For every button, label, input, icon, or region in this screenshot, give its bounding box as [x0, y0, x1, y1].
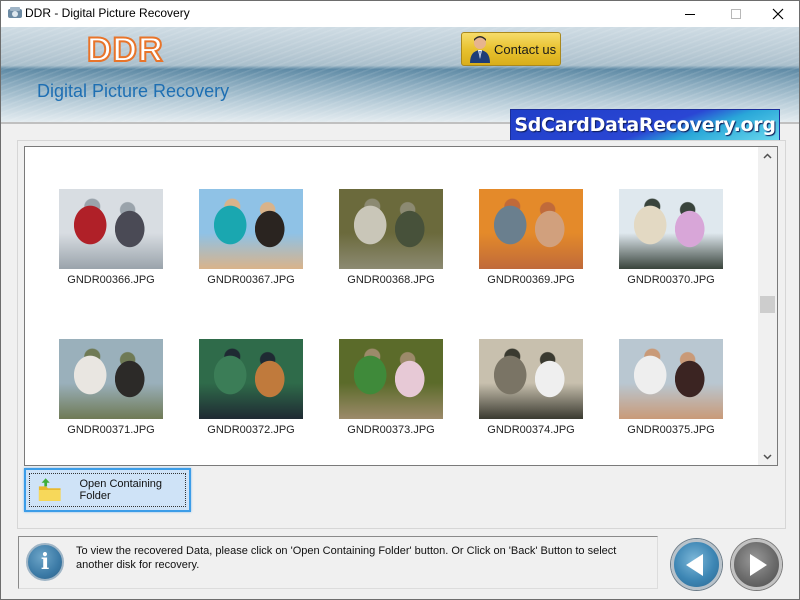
thumbnail-item[interactable]: GNDR00366.JPG: [59, 189, 163, 286]
minimize-icon: [685, 13, 695, 15]
maximize-button[interactable]: [713, 1, 759, 27]
person-icon: [470, 36, 490, 63]
thumbnail-item[interactable]: GNDR00371.JPG: [59, 339, 163, 436]
website-url: SdCardDataRecovery.org: [514, 114, 776, 136]
open-folder-label: Open Containing Folder: [79, 478, 163, 502]
close-button[interactable]: [755, 1, 800, 27]
thumbnail-image: [59, 189, 163, 269]
title-bar: DDR - Digital Picture Recovery: [1, 1, 799, 27]
thumbnail-item[interactable]: GNDR00375.JPG: [619, 339, 723, 436]
thumbnail-filename: GNDR00369.JPG: [487, 274, 575, 286]
scroll-down-button[interactable]: [758, 448, 777, 465]
app-subtitle: Digital Picture Recovery: [37, 81, 230, 101]
thumbnail-image: [59, 339, 163, 419]
contact-us-button[interactable]: Contact us: [461, 32, 561, 66]
thumbnail-item[interactable]: GNDR00374.JPG: [479, 339, 583, 436]
thumbnail-filename: GNDR00366.JPG: [67, 274, 155, 286]
app-logo: DDR: [86, 30, 164, 70]
thumbnail-filename: GNDR00368.JPG: [347, 274, 435, 286]
chevron-down-icon: [763, 453, 772, 460]
thumbnail-image: [339, 189, 443, 269]
contact-us-label: Contact us: [494, 41, 557, 57]
next-button[interactable]: [731, 539, 782, 590]
minimize-button[interactable]: [667, 1, 713, 27]
thumbnail-image: [339, 339, 443, 419]
focus-rect: Open Containing Folder: [29, 473, 186, 507]
open-containing-folder-button[interactable]: Open Containing Folder: [24, 468, 191, 512]
info-icon: i: [26, 543, 64, 581]
window-title: DDR - Digital Picture Recovery: [25, 6, 190, 20]
folder-open-icon: [38, 478, 61, 501]
thumbnail-filename: GNDR00370.JPG: [627, 274, 715, 286]
app-icon: [8, 7, 22, 18]
back-button[interactable]: [671, 539, 722, 590]
thumbnail-item[interactable]: GNDR00370.JPG: [619, 189, 723, 286]
next-arrow-icon: [750, 553, 767, 576]
scroll-up-button[interactable]: [758, 147, 777, 164]
thumbnail-filename: GNDR00367.JPG: [207, 274, 295, 286]
thumbnail-item[interactable]: GNDR00372.JPG: [199, 339, 303, 436]
close-icon: [772, 8, 784, 20]
thumbnail-image: [619, 339, 723, 419]
thumbnail-filename: GNDR00373.JPG: [347, 424, 435, 436]
app-window: DDR - Digital Picture Recovery DDR Digit…: [0, 0, 800, 600]
thumbnail-image: [479, 339, 583, 419]
thumbnail-filename: GNDR00372.JPG: [207, 424, 295, 436]
thumbnail-image: [199, 189, 303, 269]
thumbnail-item[interactable]: GNDR00373.JPG: [339, 339, 443, 436]
thumbnail-item[interactable]: GNDR00368.JPG: [339, 189, 443, 286]
thumbnail-image: [479, 189, 583, 269]
thumbnail-filename: GNDR00374.JPG: [487, 424, 575, 436]
thumbnail-grid: GNDR00366.JPG GNDR00367.JPG GNDR00368.JPG G…: [24, 146, 778, 466]
thumbnail-image: [199, 339, 303, 419]
maximize-icon: [731, 9, 741, 19]
chevron-up-icon: [763, 152, 772, 159]
thumbnail-item[interactable]: GNDR00367.JPG: [199, 189, 303, 286]
back-arrow-icon: [686, 553, 703, 576]
website-badge: SdCardDataRecovery.org: [510, 109, 780, 141]
thumbnail-filename: GNDR00375.JPG: [627, 424, 715, 436]
thumbnail-filename: GNDR00371.JPG: [67, 424, 155, 436]
thumbnail-image: [619, 189, 723, 269]
thumbnail-item[interactable]: GNDR00369.JPG: [479, 189, 583, 286]
info-message: To view the recovered Data, please click…: [76, 545, 617, 571]
scrollbar-thumb[interactable]: [760, 296, 775, 313]
vertical-scrollbar[interactable]: [758, 147, 777, 465]
